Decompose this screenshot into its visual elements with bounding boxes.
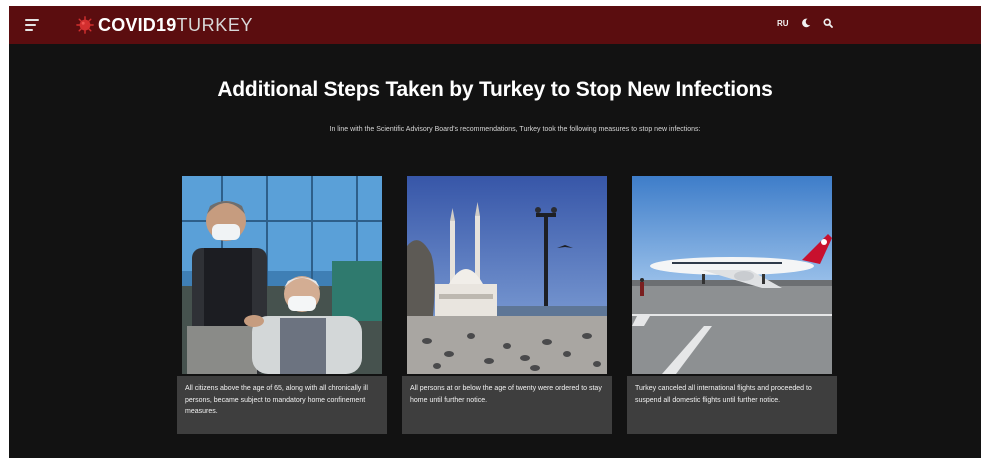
airplane-photo[interactable]	[632, 176, 832, 374]
page-title: Additional Steps Taken by Turkey to Stop…	[217, 78, 773, 101]
site-logo[interactable]: COVID19 TURKEY	[76, 13, 253, 37]
hamburger-icon[interactable]	[25, 19, 39, 31]
brand-name: COVID19	[98, 14, 177, 35]
page-frame: COVID19 TURKEY RU Additional Steps Taken…	[9, 6, 981, 458]
moon-icon[interactable]	[801, 18, 811, 28]
nav-actions: RU	[777, 18, 833, 28]
mosque-photo[interactable]	[407, 176, 607, 374]
search-icon[interactable]	[823, 18, 833, 28]
language-switch[interactable]: RU	[777, 19, 789, 28]
measure-caption: All citizens above the age of 65, along …	[177, 376, 387, 434]
elderly-photo[interactable]	[182, 176, 382, 374]
measure-caption: Turkey canceled all international flight…	[627, 376, 837, 434]
top-navbar: COVID19 TURKEY RU	[9, 6, 981, 44]
intro-text: In line with the Scientific Advisory Boa…	[329, 126, 701, 133]
virus-icon	[76, 16, 94, 34]
measure-caption: All persons at or below the age of twent…	[402, 376, 612, 434]
brand-country: TURKEY	[176, 14, 254, 35]
